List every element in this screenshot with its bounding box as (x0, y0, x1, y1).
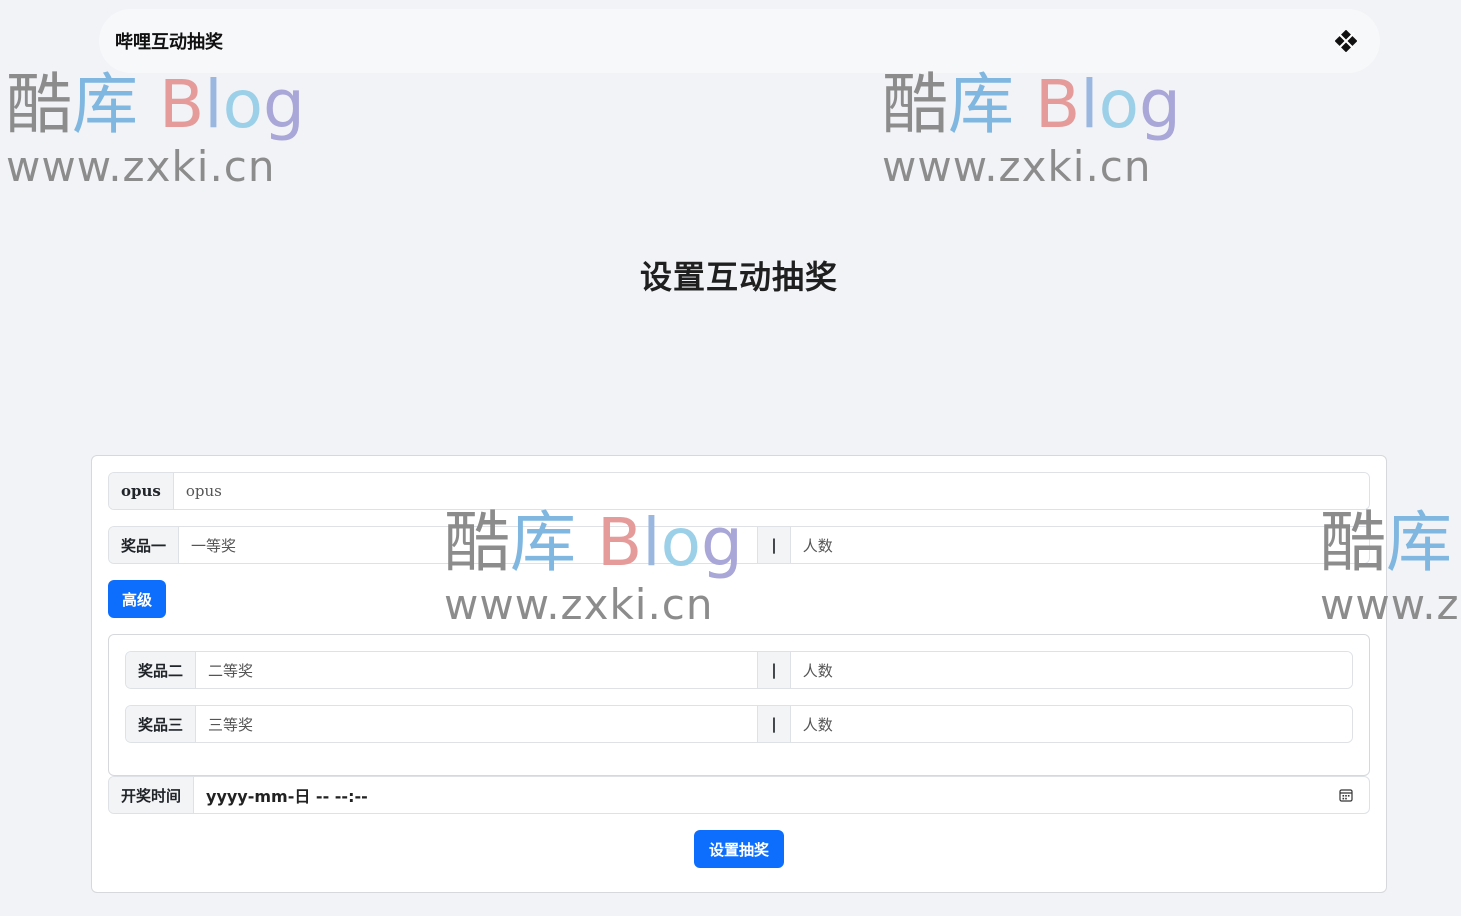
opus-input-group: opus opus (108, 472, 1370, 510)
prize1-input-group: 奖品一 一等奖 | 人数 (108, 526, 1370, 564)
prize3-separator: | (757, 706, 791, 742)
navbar: 哔哩互动抽奖 (99, 9, 1380, 73)
opus-label: opus (109, 473, 174, 509)
prize2-name-input[interactable]: 二等奖 (196, 652, 758, 688)
theme-toggle-icon[interactable] (1334, 29, 1358, 53)
draw-time-input[interactable]: yyyy-mm-日 -- --:-- (194, 777, 1339, 813)
calendar-icon[interactable] (1339, 787, 1355, 803)
opus-input[interactable]: opus (173, 473, 1369, 509)
prize3-count-input[interactable]: 人数 (790, 706, 1352, 742)
prize2-count-input[interactable]: 人数 (790, 652, 1352, 688)
set-lottery-button[interactable]: 设置抽奖 (694, 830, 784, 868)
lottery-form-card: opus opus 奖品一 一等奖 | 人数 高级 奖品二 二等奖 | 人数 奖… (91, 455, 1387, 893)
prize3-name-input[interactable]: 三等奖 (196, 706, 758, 742)
draw-time-input-group: 开奖时间 yyyy-mm-日 -- --:-- (108, 776, 1370, 814)
prize1-count-input[interactable]: 人数 (790, 527, 1369, 563)
page-title: 设置互动抽奖 (639, 258, 838, 296)
advanced-panel: 奖品二 二等奖 | 人数 奖品三 三等奖 | 人数 (108, 634, 1370, 776)
advanced-button[interactable]: 高级 (108, 580, 166, 618)
watermark: 酷库 Blog www.zxki.cn (882, 66, 1181, 192)
prize2-label: 奖品二 (126, 652, 197, 688)
prize2-input-group: 奖品二 二等奖 | 人数 (125, 651, 1353, 689)
prize3-input-group: 奖品三 三等奖 | 人数 (125, 705, 1353, 743)
prize1-label: 奖品一 (109, 527, 180, 563)
draw-time-label: 开奖时间 (109, 777, 195, 813)
prize2-separator: | (757, 652, 791, 688)
brand-title[interactable]: 哔哩互动抽奖 (115, 28, 223, 54)
prize3-label: 奖品三 (126, 706, 197, 742)
prize1-separator: | (757, 527, 791, 563)
watermark: 酷库 Blog www.zxki.cn (6, 66, 305, 192)
prize1-name-input[interactable]: 一等奖 (179, 527, 758, 563)
